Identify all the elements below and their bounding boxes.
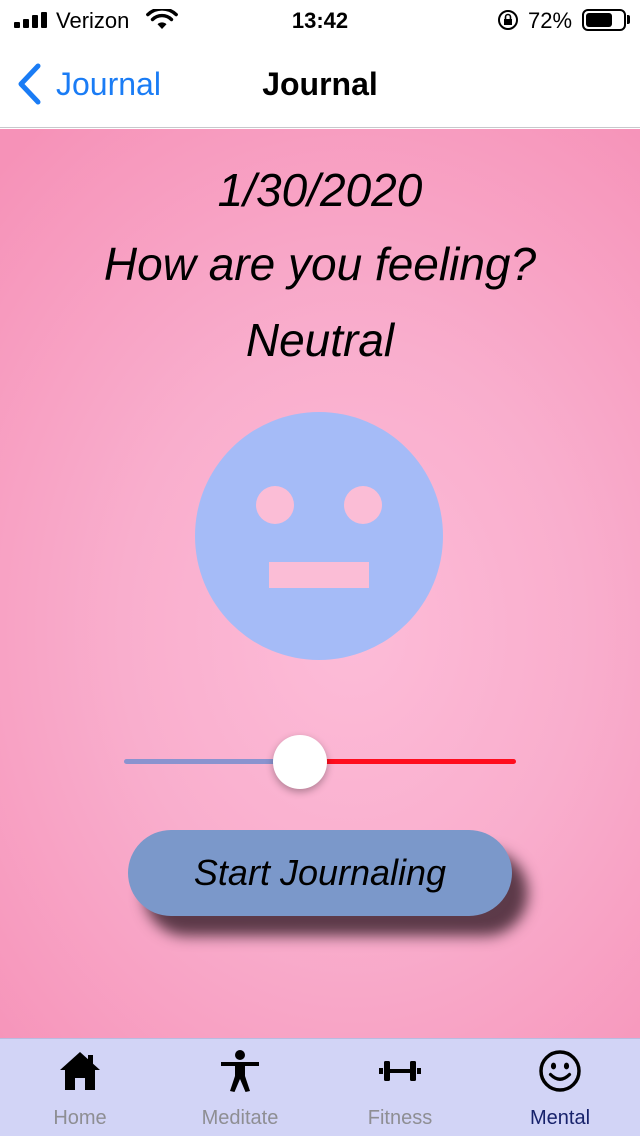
slider-thumb[interactable] <box>273 735 327 789</box>
tab-home[interactable]: Home <box>0 1039 160 1136</box>
journal-date: 1/30/2020 <box>217 164 423 216</box>
feeling-question: How are you feeling? <box>103 238 537 290</box>
status-bar: Verizon 13:42 72% <box>0 0 640 40</box>
slider-track-max <box>300 759 516 764</box>
navigation-bar: Journal Journal <box>0 40 640 128</box>
battery-level-fill <box>586 13 612 27</box>
tab-fitness[interactable]: Fitness <box>320 1039 480 1136</box>
tab-home-label: Home <box>53 1107 107 1129</box>
page-title: Journal <box>262 66 378 102</box>
tab-mental-label: Mental <box>529 1107 591 1129</box>
journal-content: 1/30/2020 How are you feeling? Neutral S… <box>0 129 640 1038</box>
tab-fitness-label: Fitness <box>367 1107 433 1129</box>
mood-label: Neutral <box>245 314 395 366</box>
smiley-icon <box>539 1050 581 1092</box>
tab-bar: Home Meditate Fitness Mental <box>0 1038 640 1136</box>
rotation-lock-icon <box>498 10 518 30</box>
tab-meditate[interactable]: Meditate <box>160 1039 320 1136</box>
tab-meditate-label: Meditate <box>201 1107 279 1129</box>
mood-slider[interactable] <box>124 735 516 789</box>
dumbbell-icon <box>379 1061 421 1081</box>
start-journaling-label: Start Journaling <box>193 852 447 893</box>
battery-cap <box>627 15 630 24</box>
battery-icon <box>582 9 626 31</box>
start-journaling-button[interactable]: Start Journaling <box>128 830 512 916</box>
face-right-eye <box>344 486 382 524</box>
neutral-face-icon <box>195 412 443 660</box>
tab-mental[interactable]: Mental <box>480 1039 640 1136</box>
house-icon <box>60 1052 100 1090</box>
person-icon <box>221 1050 259 1092</box>
face-left-eye <box>256 486 294 524</box>
face-mouth <box>269 562 369 588</box>
battery-percentage: 72% <box>528 8 573 33</box>
